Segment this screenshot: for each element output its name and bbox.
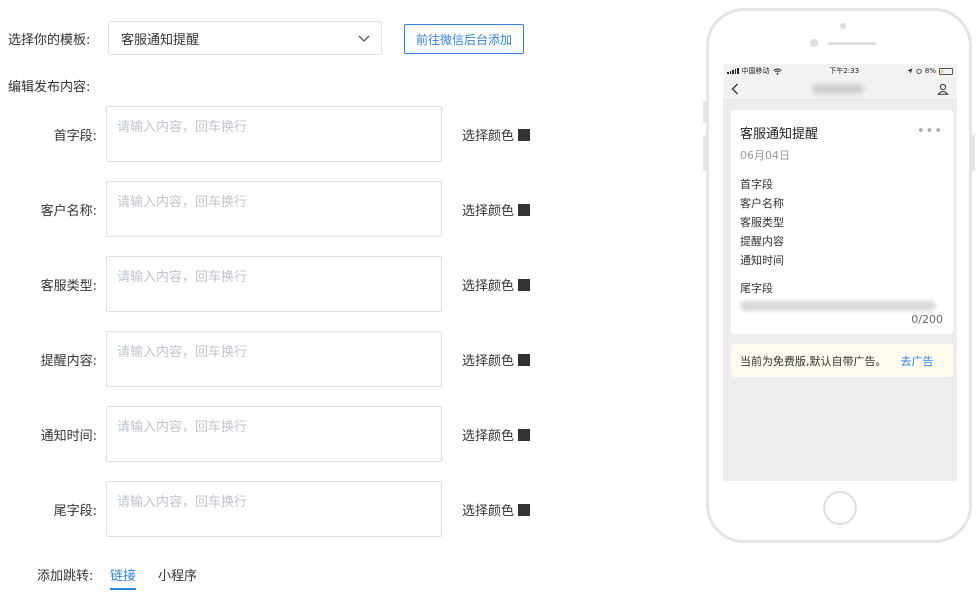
- status-time: 下午2:33: [829, 67, 860, 75]
- message-fields: 首字段 客户名称 客服类型 提醒内容 通知时间: [740, 175, 944, 270]
- phone-preview: 中国移动 下午2:33 8% 客服通知提醒 ••• 06月04日 首字段 客户名…: [703, 8, 975, 543]
- message-tail: 尾字段: [740, 282, 773, 295]
- color-swatch[interactable]: [518, 128, 531, 141]
- status-bar: 中国移动 下午2:33 8%: [723, 64, 957, 78]
- field-row-reminder-content: 提醒内容: 选择颜色: [0, 331, 560, 387]
- user-icon[interactable]: [937, 83, 949, 95]
- message-field: 客户名称: [740, 197, 784, 210]
- jump-row: 添加跳转: 链接 小程序: [0, 562, 560, 592]
- phone-speaker: [828, 42, 876, 45]
- field-row-notify-time: 通知时间: 选择颜色: [0, 406, 560, 462]
- message-field: 客服类型: [740, 216, 784, 229]
- char-count: 0/200: [911, 313, 943, 326]
- color-picker-label: 选择颜色: [462, 504, 515, 519]
- field-label: 客服类型:: [40, 279, 97, 294]
- notify-time-input[interactable]: [106, 406, 442, 462]
- field-label: 客户名称:: [40, 204, 97, 219]
- field-row-customer-name: 客户名称: 选择颜色: [0, 181, 560, 237]
- back-arrow-icon[interactable]: [731, 83, 739, 95]
- service-type-input[interactable]: [106, 256, 442, 312]
- phone-screen: 中国移动 下午2:33 8% 客服通知提醒 ••• 06月04日 首字段 客户名…: [723, 64, 957, 481]
- field-row-service-type: 客服类型: 选择颜色: [0, 256, 560, 312]
- field-row-first: 首字段: 选择颜色: [0, 106, 560, 162]
- color-picker[interactable]: 选择颜色: [462, 275, 531, 294]
- message-field: 提醒内容: [740, 235, 784, 248]
- color-swatch[interactable]: [518, 353, 531, 366]
- customer-name-input[interactable]: [106, 181, 442, 237]
- color-picker[interactable]: 选择颜色: [462, 425, 531, 444]
- first-field-input[interactable]: [106, 106, 442, 162]
- alarm-icon: [916, 68, 922, 74]
- reminder-content-input[interactable]: [106, 331, 442, 387]
- color-picker[interactable]: 选择颜色: [462, 500, 531, 519]
- wifi-icon: [772, 68, 782, 75]
- color-picker-label: 选择颜色: [462, 279, 515, 294]
- phone-sensor: [840, 23, 846, 29]
- color-swatch[interactable]: [518, 428, 531, 441]
- message-date: 06月04日: [740, 149, 790, 162]
- field-label: 提醒内容:: [40, 354, 97, 369]
- more-icon[interactable]: •••: [917, 125, 943, 138]
- template-row: 选择你的模板: 客服通知提醒 前往微信后台添加: [8, 21, 524, 55]
- message-field: 通知时间: [740, 254, 784, 267]
- color-swatch[interactable]: [518, 203, 531, 216]
- section-title: 编辑发布内容:: [8, 80, 91, 95]
- remove-ad-link[interactable]: 去广告: [901, 353, 934, 369]
- chevron-down-icon: [358, 35, 370, 42]
- color-picker-label: 选择颜色: [462, 354, 515, 369]
- jump-label: 添加跳转:: [37, 569, 94, 584]
- tab-link[interactable]: 链接: [110, 565, 137, 590]
- phone-camera: [810, 39, 818, 47]
- carrier-name: 中国移动: [741, 67, 770, 75]
- tail-field-input[interactable]: [106, 481, 442, 537]
- phone-home-button: [823, 491, 857, 525]
- phone-side-button: [703, 101, 706, 123]
- color-picker-label: 选择颜色: [462, 429, 515, 444]
- wechat-backend-button[interactable]: 前往微信后台添加: [404, 24, 524, 54]
- template-select-value: 客服通知提醒: [121, 32, 200, 48]
- phone-side-button: [972, 135, 975, 171]
- color-picker-label: 选择颜色: [462, 204, 515, 219]
- message-field: 首字段: [740, 178, 773, 191]
- location-icon: [907, 68, 913, 74]
- tab-mini-program[interactable]: 小程序: [158, 565, 197, 584]
- template-label: 选择你的模板:: [8, 32, 91, 48]
- field-label: 尾字段:: [53, 504, 97, 519]
- message-title: 客服通知提醒: [740, 127, 819, 142]
- color-picker[interactable]: 选择颜色: [462, 125, 531, 144]
- field-label: 首字段:: [53, 129, 97, 144]
- battery-percent: 8%: [924, 67, 936, 75]
- ad-text: 当前为免费版,默认自带广告。: [740, 354, 887, 368]
- nav-title-blurred: [812, 83, 864, 94]
- color-picker[interactable]: 选择颜色: [462, 350, 531, 369]
- message-blurred-text: [740, 301, 936, 311]
- phone-side-button: [703, 135, 706, 171]
- field-row-tail: 尾字段: 选择颜色: [0, 481, 560, 537]
- template-select[interactable]: 客服通知提醒: [108, 21, 382, 55]
- color-swatch[interactable]: [518, 503, 531, 516]
- field-label: 通知时间:: [40, 429, 97, 444]
- battery-icon: [939, 67, 953, 75]
- ad-notice: 当前为免费版,默认自带广告。 去广告: [731, 344, 953, 377]
- color-swatch[interactable]: [518, 278, 531, 291]
- phone-nav-bar: [723, 78, 957, 100]
- signal-icon: [727, 68, 739, 74]
- color-picker[interactable]: 选择颜色: [462, 200, 531, 219]
- message-card: 客服通知提醒 ••• 06月04日 首字段 客户名称 客服类型 提醒内容 通知时…: [731, 110, 953, 334]
- color-picker-label: 选择颜色: [462, 129, 515, 144]
